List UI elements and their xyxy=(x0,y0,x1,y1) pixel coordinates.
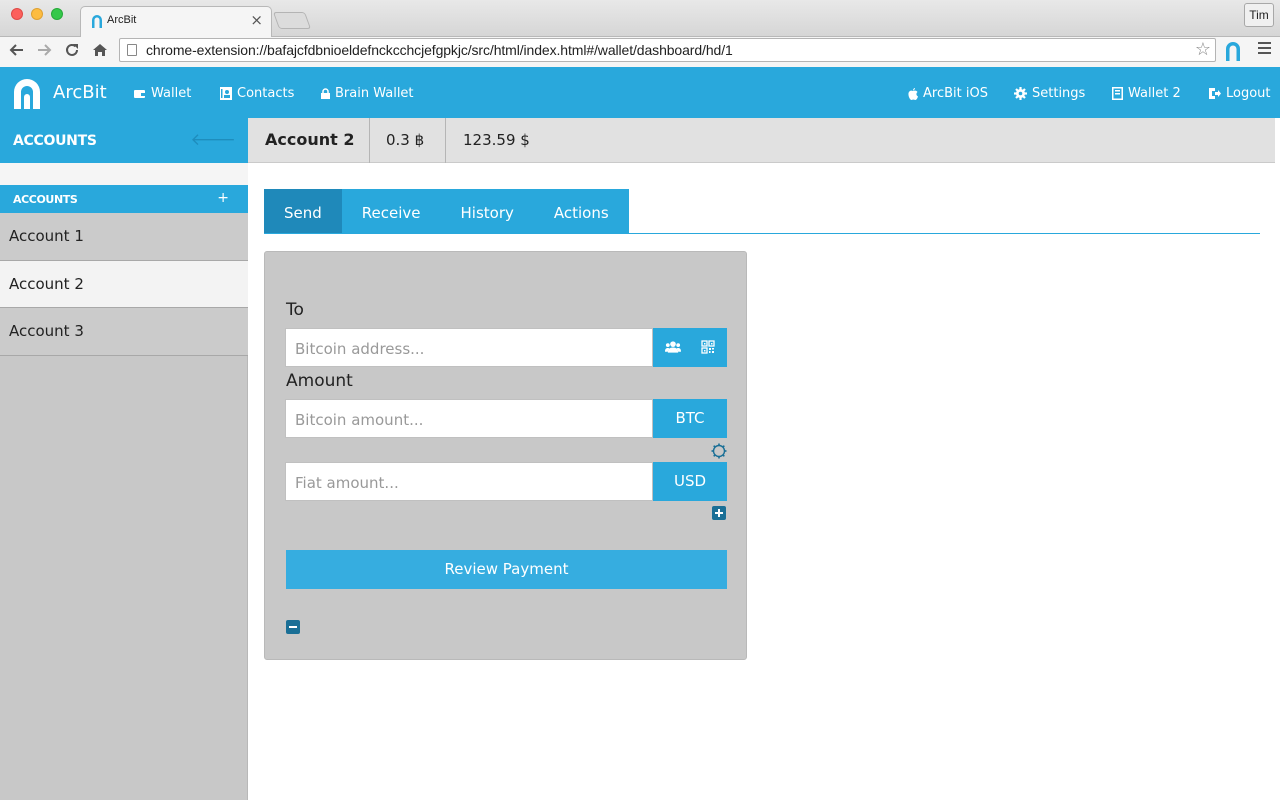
bitcoin-amount-input[interactable]: Bitcoin amount... xyxy=(285,399,653,438)
home-icon[interactable] xyxy=(90,42,110,62)
nav-contacts[interactable]: Contacts xyxy=(220,86,294,101)
tab-history[interactable]: History xyxy=(440,189,534,234)
fiat-amount-input[interactable]: Fiat amount... xyxy=(285,462,653,501)
minimize-window-button[interactable] xyxy=(31,8,43,20)
tab-send[interactable]: Send xyxy=(264,189,342,234)
browser-menu-icon[interactable] xyxy=(1258,42,1271,56)
sidebar-spacer xyxy=(0,163,248,185)
sidebar-title: ACCOUNTS xyxy=(13,133,97,149)
amount-label: Amount xyxy=(286,371,353,391)
contacts-group-icon[interactable] xyxy=(665,340,681,354)
fiat-amount-placeholder: Fiat amount... xyxy=(295,474,399,492)
apple-icon xyxy=(908,87,918,100)
contacts-icon xyxy=(220,87,232,100)
add-recipient-plus-icon[interactable] xyxy=(712,506,726,520)
forward-arrow-icon[interactable] xyxy=(34,42,54,62)
review-payment-button[interactable]: Review Payment xyxy=(286,550,727,589)
back-arrow-icon[interactable] xyxy=(7,42,27,62)
nav-brain-wallet-label: Brain Wallet xyxy=(335,86,414,101)
fiat-unit-button[interactable]: USD xyxy=(653,462,727,501)
wallet-book-icon xyxy=(1112,87,1123,100)
btc-amount-placeholder: Bitcoin amount... xyxy=(295,411,424,429)
account-summary-bar: Account 2 0.3 ฿ 123.59 $ xyxy=(248,118,1275,163)
profile-button[interactable]: Tim xyxy=(1244,3,1274,27)
bitcoin-address-input[interactable]: Bitcoin address... xyxy=(285,328,653,367)
tab-actions[interactable]: Actions xyxy=(533,189,629,234)
send-panel: To Bitcoin address... Amount Bitcoin amo… xyxy=(264,251,747,660)
account-name: Account 2 xyxy=(248,118,370,163)
collapse-sidebar-icon[interactable]: 🡐 xyxy=(190,130,236,150)
arcbit-extension-icon[interactable] xyxy=(1225,41,1241,61)
nav-settings-label: Settings xyxy=(1032,86,1086,101)
sidebar-item-account-3[interactable]: Account 3 xyxy=(0,308,248,356)
accounts-list: Account 1 Account 2 Account 3 xyxy=(0,213,248,356)
fiat-balance: 123.59 $ xyxy=(463,131,530,149)
fee-settings-gear-icon[interactable] xyxy=(711,443,727,459)
new-tab-button[interactable] xyxy=(272,12,312,29)
to-label: To xyxy=(286,300,304,320)
nav-wallet-2[interactable]: Wallet 2 xyxy=(1112,86,1181,101)
tab-receive[interactable]: Receive xyxy=(341,189,441,234)
nav-logout-label: Logout xyxy=(1226,86,1271,101)
reload-icon[interactable] xyxy=(62,42,82,62)
nav-settings[interactable]: Settings xyxy=(1014,86,1085,101)
brand-name: ArcBit xyxy=(53,82,107,103)
nav-wallet-2-label: Wallet 2 xyxy=(1128,86,1181,101)
sidebar-item-account-2[interactable]: Account 2 xyxy=(0,260,248,308)
sidebar-item-account-1[interactable]: Account 1 xyxy=(0,213,248,261)
address-placeholder: Bitcoin address... xyxy=(295,340,425,358)
app-header: ArcBit Wallet Contacts Brain Wallet ArcB… xyxy=(0,67,1280,118)
qr-code-icon[interactable] xyxy=(700,340,716,354)
bookmark-star-icon[interactable]: ☆ xyxy=(1195,39,1211,60)
address-bar[interactable]: chrome-extension://bafajcfdbnioeldefnckc… xyxy=(119,38,1216,62)
arcbit-favicon-icon xyxy=(92,15,102,28)
accounts-section-title: ACCOUNTS xyxy=(13,193,78,206)
browser-tab-title: ArcBit xyxy=(107,14,137,26)
nav-logout[interactable]: Logout xyxy=(1208,86,1271,101)
nav-arcbit-ios-label: ArcBit iOS xyxy=(923,86,988,101)
add-account-button[interactable]: + xyxy=(217,190,229,206)
wallet-icon xyxy=(134,89,146,98)
nav-contacts-label: Contacts xyxy=(237,86,295,101)
nav-arcbit-ios[interactable]: ArcBit iOS xyxy=(908,86,988,101)
accounts-section-header: ACCOUNTS + xyxy=(0,185,248,213)
nav-brain-wallet[interactable]: Brain Wallet xyxy=(321,86,414,101)
btc-balance: 0.3 ฿ xyxy=(370,118,446,163)
sidebar-header: ACCOUNTS 🡐 xyxy=(0,118,248,163)
lock-icon xyxy=(321,88,330,99)
gear-icon xyxy=(1014,87,1027,100)
btc-unit-button[interactable]: BTC xyxy=(653,399,727,438)
url-text: chrome-extension://bafajcfdbnioeldefnckc… xyxy=(146,42,733,58)
browser-tab[interactable]: ArcBit × xyxy=(80,6,272,37)
nav-wallet-label: Wallet xyxy=(151,86,192,101)
logout-icon xyxy=(1209,88,1221,99)
account-tabs: Send Receive History Actions xyxy=(264,189,629,234)
nav-wallet[interactable]: Wallet xyxy=(134,86,191,101)
page-icon xyxy=(127,44,137,56)
remove-recipient-minus-icon[interactable] xyxy=(286,620,300,634)
maximize-window-button[interactable] xyxy=(51,8,63,20)
tabs-divider xyxy=(264,233,1260,234)
close-window-button[interactable] xyxy=(11,8,23,20)
close-tab-icon[interactable]: × xyxy=(250,11,263,29)
arcbit-logo-icon xyxy=(14,79,40,109)
browser-titlebar: ArcBit × Tim xyxy=(0,0,1280,37)
address-addon xyxy=(653,328,727,367)
sidebar: ACCOUNTS 🡐 ACCOUNTS + Account 1 Account … xyxy=(0,118,248,800)
